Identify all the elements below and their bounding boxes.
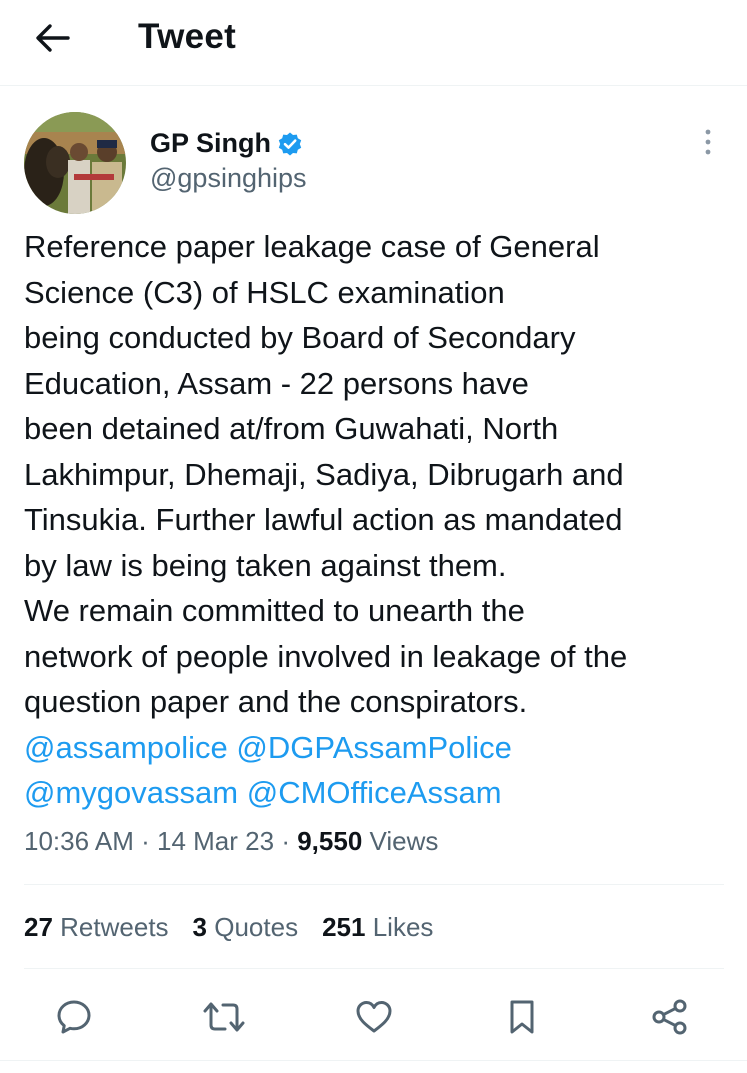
separator: · — [141, 826, 150, 856]
tweet-line: We remain committed to unearth the — [24, 593, 525, 628]
likes-stat[interactable]: 251 Likes — [322, 912, 433, 943]
divider — [24, 968, 724, 969]
likes-count: 251 — [322, 912, 366, 942]
bookmark-icon — [510, 1000, 534, 1034]
mention-link-cmofficeassam[interactable]: @CMOfficeAssam — [247, 775, 502, 810]
retweets-stat[interactable]: 27 Retweets — [24, 912, 169, 943]
author-name[interactable]: GP Singh — [150, 128, 303, 159]
retweets-count: 27 — [24, 912, 53, 942]
verified-badge-icon — [278, 132, 302, 155]
like-button[interactable] — [352, 992, 396, 1042]
tweet-time[interactable]: 10:36 AM — [24, 826, 134, 856]
quotes-stat[interactable]: 3 Quotes — [193, 912, 299, 943]
views-label: Views — [369, 826, 439, 856]
bottom-divider — [0, 1060, 747, 1061]
tweet-date[interactable]: 14 Mar 23 — [157, 826, 274, 856]
page-title: Tweet — [138, 17, 237, 56]
retweets-label: Retweets — [60, 912, 169, 942]
tweet-line: question paper and the conspirators. — [24, 684, 528, 719]
mention-link-dgpassampolice[interactable]: @DGPAssamPolice — [236, 730, 512, 765]
mention-line: @assampolice @DGPAssamPolice — [24, 725, 736, 771]
tweet-line: Reference paper leakage case of General — [24, 229, 600, 264]
share-icon — [652, 999, 687, 1035]
tweet-text: Reference paper leakage case of General … — [24, 224, 736, 816]
likes-label: Likes — [372, 912, 434, 942]
action-bar — [0, 992, 747, 1042]
author-name-text: GP Singh — [150, 128, 272, 158]
avatar[interactable] — [24, 112, 126, 214]
reply-button[interactable] — [52, 992, 96, 1042]
author-handle[interactable]: @gpsinghips — [150, 163, 307, 194]
retweet-icon — [203, 1002, 245, 1032]
reply-icon — [57, 1000, 91, 1034]
tweet-line: been detained at/from Guwahati, North — [24, 411, 559, 446]
more-vertical-icon — [705, 129, 711, 155]
quotes-label: Quotes — [214, 912, 299, 942]
views-count: 9,550 — [297, 826, 363, 856]
top-bar: Tweet — [0, 0, 747, 86]
arrow-left-icon — [36, 24, 70, 52]
tweet-line: Education, Assam - 22 persons have — [24, 365, 529, 401]
more-options-button[interactable] — [694, 124, 722, 160]
tweet-metadata: 10:36 AM · 14 Mar 23 · 9,550 Views — [24, 826, 438, 857]
tweet-line: Lakhimpur, Dhemaji, Sadiya, Dibrugarh an… — [24, 456, 624, 492]
bookmark-button[interactable] — [500, 992, 544, 1042]
heart-icon — [356, 1001, 392, 1033]
tweet-line: Science (C3) of HSLC examination — [24, 274, 505, 310]
mention-link-assampolice[interactable]: @assampolice — [24, 730, 228, 765]
tweet-line: network of people involved in leakage of… — [24, 638, 628, 674]
back-button[interactable] — [32, 20, 72, 56]
separator: · — [281, 826, 290, 856]
engagement-stats: 27 Retweets 3 Quotes 251 Likes — [24, 912, 433, 943]
tweet-line: by law is being taken against them. — [24, 547, 507, 583]
tweet-line: Tinsukia. Further lawful action as manda… — [24, 502, 623, 537]
share-button[interactable] — [648, 992, 692, 1042]
divider — [24, 884, 724, 885]
mention-line: @mygovassam @CMOfficeAssam — [24, 770, 736, 816]
avatar-photo — [24, 112, 126, 214]
retweet-button[interactable] — [202, 992, 246, 1042]
tweet-line: being conducted by Board of Secondary — [24, 320, 576, 355]
mention-link-mygovassam[interactable]: @mygovassam — [24, 775, 238, 810]
quotes-count: 3 — [192, 912, 208, 942]
